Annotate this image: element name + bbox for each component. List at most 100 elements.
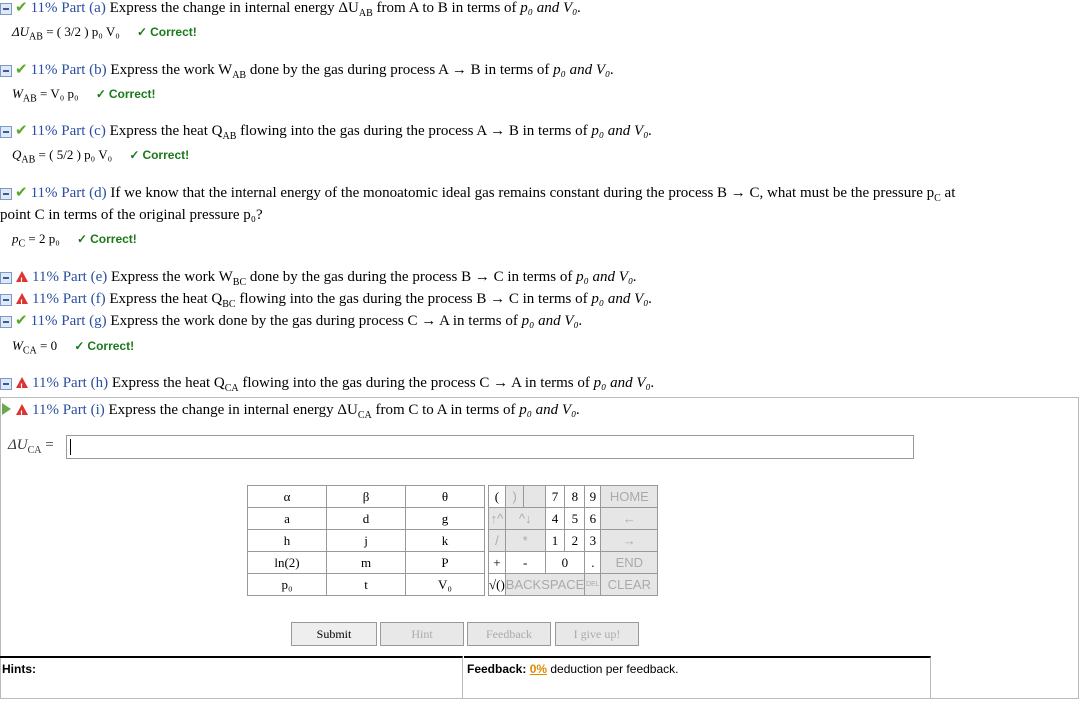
feedback-info: Feedback: 0% deduction per feedback. — [467, 662, 678, 676]
answer-label: ΔUCA = — [8, 437, 54, 456]
part-h-header[interactable]: 11% Part (h) Express the heat QCA flowin… — [0, 374, 654, 398]
feedback-label: Feedback: — [467, 662, 527, 676]
checkmark-icon: ✔ — [15, 0, 28, 16]
key-j[interactable]: j — [326, 529, 406, 552]
part-percent: 11% Part (e) — [32, 269, 108, 285]
key-multiply[interactable]: * — [504, 529, 546, 552]
part-percent: 11% Part (a) — [30, 0, 106, 16]
key-decimal[interactable]: . — [584, 551, 602, 574]
part-a-header[interactable]: ✔ 11% Part (a) Express the change in inte… — [0, 0, 581, 23]
tick-icon: ✓ — [95, 87, 106, 101]
part-percent: 11% Part (d) — [30, 185, 107, 201]
hint-button[interactable]: Hint — [380, 622, 464, 646]
give-up-button[interactable]: I give up! — [555, 622, 639, 646]
expand-arrow-icon[interactable] — [2, 403, 11, 415]
collapse-icon[interactable] — [0, 271, 12, 284]
tick-icon: ✓ — [137, 25, 148, 39]
key-down[interactable]: ^↓ — [504, 507, 546, 530]
part-percent: 11% Part (h) — [32, 375, 109, 391]
part-g-header[interactable]: ✔ 11% Part (g) Express the work done by t… — [0, 312, 582, 330]
submit-button[interactable]: Submit — [291, 622, 377, 646]
key-7[interactable]: 7 — [544, 485, 566, 508]
key-ln2[interactable]: ln(2) — [247, 551, 327, 574]
part-c-header[interactable]: ✔ 11% Part (c) Express the heat QAB flowi… — [0, 122, 652, 146]
key-minus[interactable]: - — [504, 551, 546, 574]
part-question: Express the work WAB done by the gas dur… — [110, 62, 614, 81]
part-e-header[interactable]: 11% Part (e) Express the work WBC done b… — [0, 268, 637, 292]
part-b-header[interactable]: ✔ 11% Part (b) Express the work WAB done … — [0, 61, 614, 85]
collapse-icon[interactable] — [0, 125, 12, 138]
key-a[interactable]: a — [247, 507, 327, 530]
part-b-answer: WAB = V₀ p₀ ✓ Correct! — [12, 86, 156, 105]
key-left-arrow[interactable]: ← — [600, 507, 659, 530]
collapse-icon[interactable] — [0, 315, 12, 328]
key-3[interactable]: 3 — [584, 529, 602, 552]
key-V0[interactable]: V₀ — [405, 573, 485, 596]
key-0[interactable]: 0 — [544, 551, 586, 574]
key-2[interactable]: 2 — [564, 529, 586, 552]
key-m[interactable]: m — [326, 551, 406, 574]
part-question: Express the heat QCA flowing into the ga… — [111, 375, 655, 394]
key-1[interactable]: 1 — [544, 529, 566, 552]
collapse-icon[interactable] — [0, 293, 12, 306]
key-right-arrow[interactable]: → — [600, 529, 659, 552]
key-4[interactable]: 4 — [544, 507, 566, 530]
part-d-header[interactable]: ✔ 11% Part (d) If we know that the intern… — [0, 184, 955, 208]
key-6[interactable]: 6 — [584, 507, 602, 530]
key-beta[interactable]: β — [326, 485, 406, 508]
part-question: Express the change in internal energy ΔU… — [108, 402, 581, 421]
key-p0[interactable]: p₀ — [247, 573, 327, 596]
hints-label: Hints: — [2, 662, 36, 676]
key-theta[interactable]: θ — [405, 485, 485, 508]
part-percent: 11% Part (f) — [32, 291, 106, 307]
key-spacer — [523, 485, 546, 508]
key-8[interactable]: 8 — [564, 485, 586, 508]
key-backspace[interactable]: BACKSPACE — [504, 573, 586, 596]
part-question: Express the work done by the gas during … — [110, 313, 583, 329]
text-caret — [70, 439, 71, 455]
key-del[interactable]: DEL — [584, 573, 602, 596]
key-close-paren[interactable]: ) — [504, 485, 525, 508]
feedback-percent: 0% — [529, 662, 548, 676]
collapse-icon[interactable] — [0, 64, 12, 77]
key-k[interactable]: k — [405, 529, 485, 552]
correct-badge: ✓ Correct! — [137, 25, 197, 39]
answer-input[interactable] — [66, 435, 914, 459]
key-end[interactable]: END — [600, 551, 659, 574]
part-d-answer: pC = 2 p₀ ✓ Correct! — [12, 231, 137, 250]
part-i-header[interactable]: 11% Part (i) Express the change in inter… — [0, 401, 580, 425]
feedback-area: Feedback: 0% deduction per feedback. — [464, 656, 931, 698]
key-sqrt[interactable]: √() — [488, 573, 506, 596]
part-percent: 11% Part (b) — [30, 62, 107, 78]
tick-icon: ✓ — [129, 148, 140, 162]
collapse-icon[interactable] — [0, 187, 12, 200]
key-d[interactable]: d — [326, 507, 406, 530]
key-g[interactable]: g — [405, 507, 485, 530]
hints-area: Hints: — [0, 656, 463, 698]
collapse-icon[interactable] — [0, 377, 12, 390]
key-open-paren[interactable]: ( — [488, 485, 506, 508]
key-P[interactable]: P — [405, 551, 485, 574]
key-divide[interactable]: / — [488, 529, 506, 552]
feedback-text: deduction per feedback. — [547, 662, 679, 676]
correct-badge: ✓ Correct! — [95, 87, 156, 101]
part-question: Express the heat QBC flowing into the ga… — [109, 291, 653, 310]
key-clear[interactable]: CLEAR — [600, 573, 659, 596]
part-f-header[interactable]: 11% Part (f) Express the heat QBC flowin… — [0, 290, 652, 314]
warning-icon — [16, 271, 28, 290]
feedback-button[interactable]: Feedback — [467, 622, 551, 646]
key-alpha[interactable]: α — [247, 485, 327, 508]
key-plus[interactable]: + — [488, 551, 506, 574]
checkmark-icon: ✔ — [15, 123, 28, 139]
collapse-icon[interactable] — [0, 2, 12, 15]
key-t[interactable]: t — [326, 573, 406, 596]
key-5[interactable]: 5 — [564, 507, 586, 530]
key-9[interactable]: 9 — [584, 485, 602, 508]
key-h[interactable]: h — [247, 529, 327, 552]
key-up[interactable]: ↑^ — [488, 507, 506, 530]
correct-badge: ✓ Correct! — [77, 232, 137, 246]
part-question: Express the heat QAB flowing into the ga… — [109, 123, 653, 142]
part-d-question-line2: point C in terms of the original pressur… — [0, 207, 263, 223]
warning-icon — [16, 377, 28, 396]
key-home[interactable]: HOME — [600, 485, 659, 508]
